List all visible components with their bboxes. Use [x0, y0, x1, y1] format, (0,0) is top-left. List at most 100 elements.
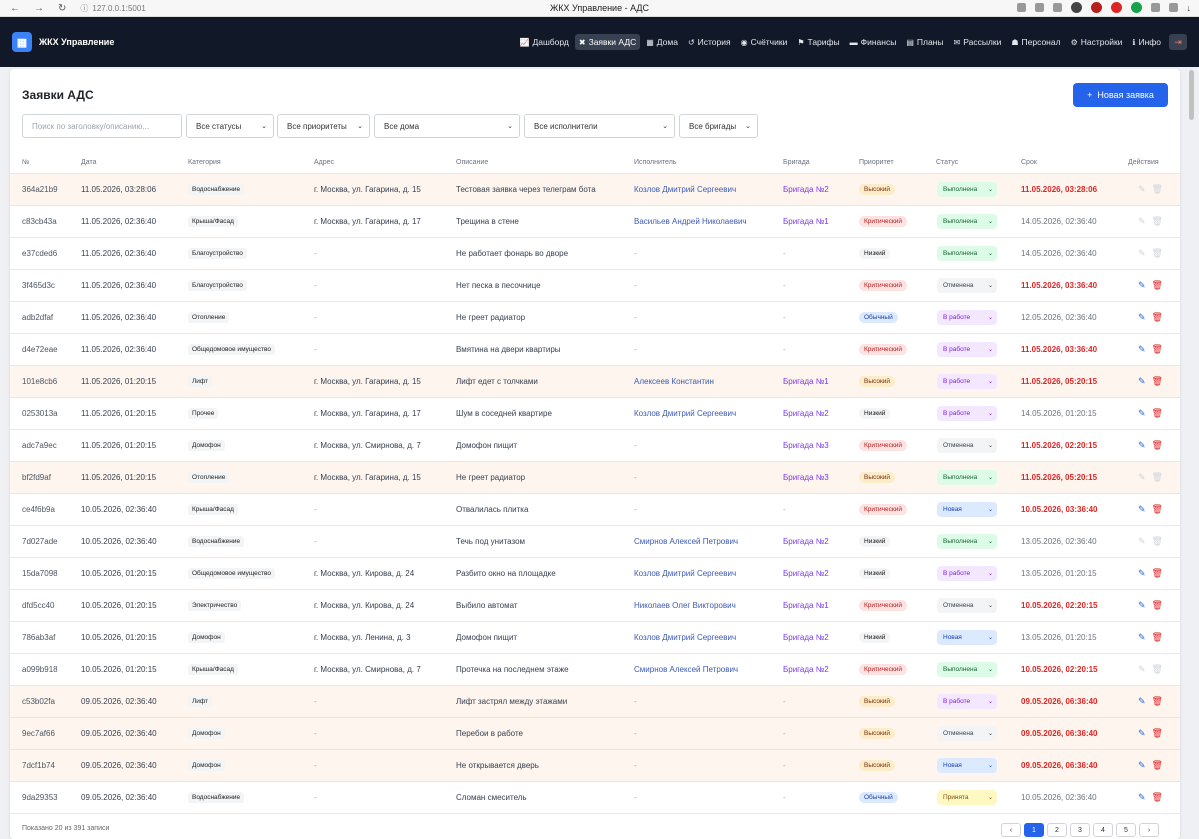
- status-select[interactable]: В работе ⌄: [937, 693, 997, 709]
- nav-item-2[interactable]: ▦ Дома: [642, 34, 682, 50]
- new-request-button[interactable]: + Новая заявка: [1073, 83, 1168, 107]
- trash-icon[interactable]: 🗑: [1152, 792, 1163, 803]
- request-brigade[interactable]: Бригада №1: [783, 589, 855, 622]
- table-row[interactable]: 9ec7af66 09.05.2026, 02:36:40 Домофон - Пере…: [10, 717, 1180, 750]
- status-select[interactable]: Выполнена ⌄: [937, 213, 997, 229]
- app-logo-icon[interactable]: ▦: [12, 32, 32, 52]
- status-select[interactable]: В работе ⌄: [937, 405, 997, 421]
- nav-item-11[interactable]: ℹ Инфо: [1128, 34, 1165, 50]
- nav-item-1[interactable]: ✖ Заявки АДС: [574, 34, 641, 50]
- extension-icon[interactable]: [1150, 3, 1160, 12]
- extension-icon[interactable]: [1090, 2, 1102, 13]
- table-row[interactable]: 9da29353 09.05.2026, 02:36:40 Водоснабжени…: [10, 781, 1180, 814]
- nav-item-10[interactable]: ⚙ Настройки: [1067, 34, 1127, 50]
- edit-icon[interactable]: ✎: [1138, 504, 1146, 515]
- request-brigade[interactable]: Бригада №2: [783, 173, 855, 206]
- status-select[interactable]: Выполнена ⌄: [937, 533, 997, 549]
- extension-icon[interactable]: [1070, 2, 1082, 13]
- site-info-icon[interactable]: ⓘ: [80, 3, 88, 14]
- table-row[interactable]: 15da7098 10.05.2026, 01:20:15 Общедомовое …: [10, 557, 1180, 590]
- trash-icon[interactable]: 🗑: [1152, 600, 1163, 611]
- nav-item-7[interactable]: ▤ Планы: [902, 34, 947, 50]
- page-button[interactable]: 4: [1093, 823, 1113, 837]
- edit-icon[interactable]: ✎: [1138, 280, 1146, 291]
- extension-icon[interactable]: [1130, 2, 1142, 13]
- edit-icon[interactable]: ✎: [1138, 568, 1146, 579]
- page-button[interactable]: 5: [1116, 823, 1136, 837]
- status-select[interactable]: В работе ⌄: [937, 341, 997, 357]
- request-executor[interactable]: Николаев Олег Викторович: [634, 589, 783, 622]
- request-executor[interactable]: Козлов Дмитрий Сергеевич: [634, 557, 783, 590]
- table-row[interactable]: d4e72eae 11.05.2026, 02:36:40 Общедомовое …: [10, 333, 1180, 366]
- page-button[interactable]: 3: [1070, 823, 1090, 837]
- status-select[interactable]: Новая ⌄: [937, 501, 997, 517]
- table-row[interactable]: 101e8cb6 11.05.2026, 01:20:15 Лифт г. Москв…: [10, 365, 1180, 398]
- request-executor[interactable]: Алексеев Константин: [634, 365, 783, 398]
- table-row[interactable]: c83cb43a 11.05.2026, 02:36:40 Крыша/Фасад г…: [10, 205, 1180, 238]
- trash-icon[interactable]: 🗑: [1152, 408, 1163, 419]
- trash-icon[interactable]: 🗑: [1152, 568, 1163, 579]
- request-brigade[interactable]: Бригада №2: [783, 621, 855, 654]
- edit-icon[interactable]: ✎: [1138, 312, 1146, 323]
- edit-icon[interactable]: ✎: [1138, 408, 1146, 419]
- nav-item-9[interactable]: ☗ Персонал: [1007, 34, 1064, 50]
- page-button[interactable]: 2: [1047, 823, 1067, 837]
- table-row[interactable]: adc7a9ec 11.05.2026, 01:20:15 Домофон г. Мо…: [10, 429, 1180, 462]
- edit-icon[interactable]: ✎: [1138, 440, 1146, 451]
- nav-item-5[interactable]: ⚑ Тарифы: [793, 34, 843, 50]
- trash-icon[interactable]: 🗑: [1152, 696, 1163, 707]
- status-select[interactable]: Отменена ⌄: [937, 437, 997, 453]
- request-brigade[interactable]: Бригада №2: [783, 653, 855, 686]
- address-bar[interactable]: ⓘ 127.0.0.1:5001: [80, 3, 145, 14]
- status-select[interactable]: Выполнена ⌄: [937, 469, 997, 485]
- extension-icon[interactable]: [1016, 3, 1026, 12]
- status-select[interactable]: Выполнена ⌄: [937, 181, 997, 197]
- status-select[interactable]: В работе ⌄: [937, 565, 997, 581]
- request-brigade[interactable]: Бригада №3: [783, 429, 855, 462]
- request-executor[interactable]: Васильев Андрей Николаевич: [634, 205, 783, 238]
- status-select[interactable]: Новая ⌄: [937, 757, 997, 773]
- request-brigade[interactable]: Бригада №1: [783, 365, 855, 398]
- edit-icon[interactable]: ✎: [1138, 760, 1146, 771]
- trash-icon[interactable]: 🗑: [1152, 280, 1163, 291]
- page-button[interactable]: 1: [1024, 823, 1044, 837]
- edit-icon[interactable]: ✎: [1138, 376, 1146, 387]
- extension-icon[interactable]: [1034, 3, 1044, 12]
- request-executor[interactable]: Смирнов Алексей Петрович: [634, 653, 783, 686]
- table-row[interactable]: 7dcf1b74 09.05.2026, 02:36:40 Домофон - Не о…: [10, 749, 1180, 782]
- nav-item-3[interactable]: ↺ История: [684, 34, 735, 50]
- app-brand[interactable]: ЖКХ Управление: [39, 37, 114, 47]
- table-row[interactable]: ce4f6b9a 10.05.2026, 02:36:40 Крыша/Фасад -…: [10, 493, 1180, 526]
- request-executor[interactable]: Козлов Дмитрий Сергеевич: [634, 173, 783, 206]
- extension-icon[interactable]: [1168, 3, 1178, 12]
- trash-icon[interactable]: 🗑: [1152, 312, 1163, 323]
- trash-icon[interactable]: 🗑: [1152, 728, 1163, 739]
- nav-item-0[interactable]: 📈 Дашборд: [516, 34, 573, 50]
- table-row[interactable]: 0253013a 11.05.2026, 01:20:15 Прочее г. Мос…: [10, 397, 1180, 430]
- table-row[interactable]: adb2dfaf 11.05.2026, 02:36:40 Отопление - Не…: [10, 301, 1180, 334]
- edit-icon[interactable]: ✎: [1138, 600, 1146, 611]
- search-input[interactable]: Поиск по заголовку/описанию...: [22, 114, 182, 138]
- forward-icon[interactable]: →: [34, 3, 44, 14]
- table-row[interactable]: dfd5cc40 10.05.2026, 01:20:15 Электричеств…: [10, 589, 1180, 622]
- edit-icon[interactable]: ✎: [1138, 792, 1146, 803]
- extension-icon[interactable]: [1110, 2, 1122, 13]
- extension-icon[interactable]: [1052, 3, 1062, 12]
- request-executor[interactable]: Козлов Дмитрий Сергеевич: [634, 397, 783, 430]
- executor-filter[interactable]: Все исполнители ⌄: [524, 114, 675, 138]
- request-brigade[interactable]: Бригада №2: [783, 397, 855, 430]
- trash-icon[interactable]: 🗑: [1152, 632, 1163, 643]
- brigade-filter[interactable]: Все бригады ⌄: [679, 114, 758, 138]
- status-select[interactable]: Отменена ⌄: [937, 277, 997, 293]
- back-icon[interactable]: ←: [10, 3, 20, 14]
- trash-icon[interactable]: 🗑: [1152, 376, 1163, 387]
- page-button[interactable]: ‹: [1001, 823, 1021, 837]
- status-select[interactable]: В работе ⌄: [937, 373, 997, 389]
- request-brigade[interactable]: Бригада №3: [783, 461, 855, 494]
- status-select[interactable]: Отменена ⌄: [937, 725, 997, 741]
- nav-item-8[interactable]: ✉ Рассылки: [950, 34, 1006, 50]
- request-brigade[interactable]: Бригада №1: [783, 205, 855, 238]
- trash-icon[interactable]: 🗑: [1152, 344, 1163, 355]
- logout-icon[interactable]: ⇥: [1169, 34, 1187, 50]
- page-button[interactable]: ›: [1139, 823, 1159, 837]
